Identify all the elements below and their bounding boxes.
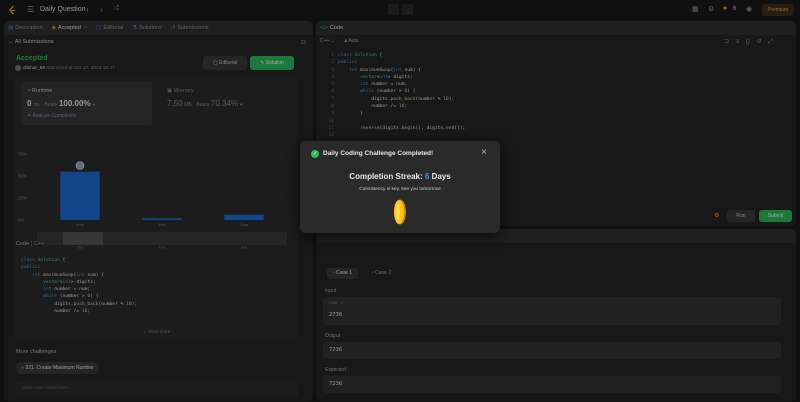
- gold-coin-icon: [394, 199, 406, 225]
- modal-title: Daily Coding Challenge Completed!: [323, 150, 434, 157]
- close-icon[interactable]: ×: [481, 147, 487, 158]
- daily-challenge-modal: ✓ Daily Coding Challenge Completed! × Co…: [300, 141, 500, 233]
- check-circle-icon: ✓: [311, 150, 319, 158]
- streak-count: 6: [424, 172, 430, 181]
- streak-line: Completion Streak: 6 Days: [349, 172, 451, 181]
- streak-message: Consistency is key, see you tomorrow!: [359, 187, 441, 192]
